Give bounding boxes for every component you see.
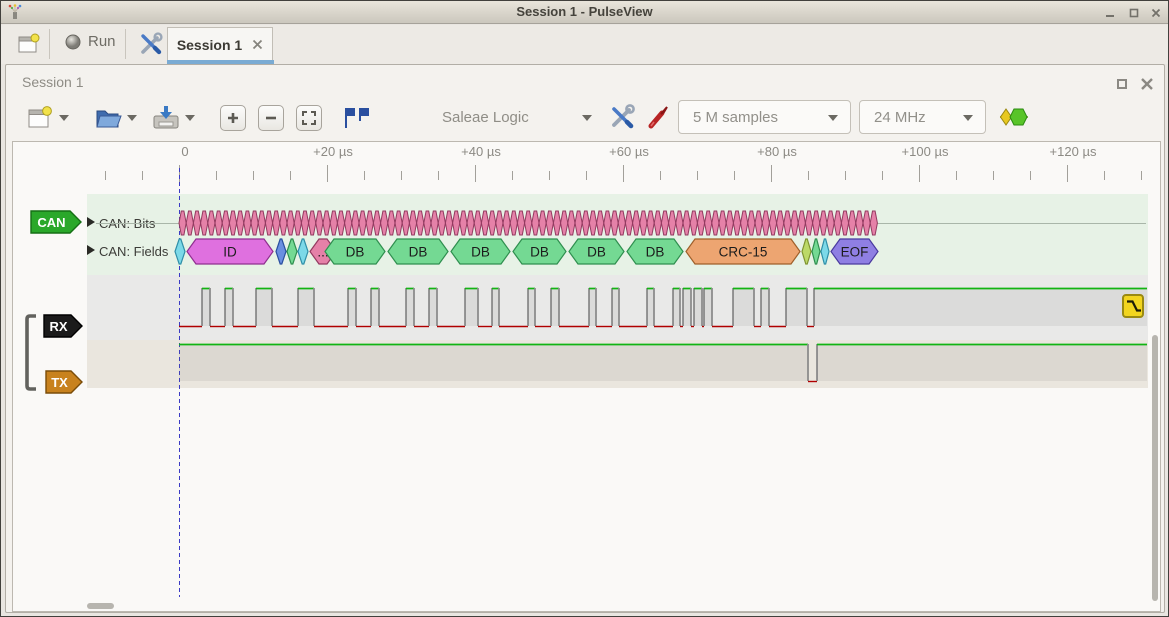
zoom-fit-button[interactable] bbox=[296, 105, 322, 131]
ruler-label: 0 bbox=[181, 144, 188, 159]
zoom-out-icon bbox=[263, 110, 279, 126]
close-button[interactable] bbox=[1148, 5, 1164, 21]
decoder-row-background[interactable] bbox=[87, 194, 1148, 275]
ruler-label: +60 µs bbox=[609, 144, 649, 159]
probe-icon bbox=[644, 103, 672, 131]
row-label-can-fields[interactable]: CAN: Fields bbox=[99, 244, 168, 259]
zoom-fit-icon bbox=[301, 110, 317, 126]
horizontal-scrollbar-thumb[interactable] bbox=[87, 603, 114, 609]
pulseview-window: Session 1 - PulseView Run bbox=[0, 0, 1169, 617]
wrench-screwdriver-icon bbox=[138, 31, 164, 57]
run-button-label: Run bbox=[88, 33, 116, 50]
run-button[interactable]: Run bbox=[59, 31, 122, 52]
new-file-icon bbox=[24, 103, 54, 133]
sample-rate-value: 24 MHz bbox=[874, 109, 926, 126]
maximize-icon bbox=[1128, 7, 1140, 19]
sample-rate-select[interactable]: 24 MHz bbox=[859, 100, 986, 134]
time-ruler[interactable]: 0 +20 µs +40 µs +60 µs +80 µs +100 µs +120 µs bbox=[13, 144, 1160, 164]
close-icon bbox=[1150, 7, 1162, 19]
new-session-icon bbox=[15, 31, 41, 57]
save-button[interactable] bbox=[150, 103, 182, 133]
ruler-label: +100 µs bbox=[902, 144, 949, 159]
window-title: Session 1 - PulseView bbox=[1, 4, 1168, 19]
zoom-in-button[interactable] bbox=[220, 105, 246, 131]
open-button[interactable] bbox=[92, 103, 124, 133]
run-icon bbox=[65, 34, 81, 50]
channels-probe-icon-button[interactable] bbox=[644, 103, 672, 131]
minimize-icon bbox=[1104, 7, 1116, 19]
session-dock: Session 1 bbox=[5, 64, 1165, 613]
sample-count-value: 5 M samples bbox=[693, 109, 778, 126]
device-config-button[interactable] bbox=[608, 103, 636, 131]
ruler-label: +40 µs bbox=[461, 144, 501, 159]
open-folder-icon bbox=[92, 103, 124, 133]
maximize-button[interactable] bbox=[1126, 5, 1142, 21]
row-label-can-bits[interactable]: CAN: Bits bbox=[99, 216, 155, 231]
ruler-label: +120 µs bbox=[1050, 144, 1097, 159]
new-file-dropdown-icon[interactable] bbox=[59, 115, 69, 121]
save-dropdown-icon[interactable] bbox=[185, 115, 195, 121]
save-icon bbox=[150, 103, 182, 133]
ruler-label: +80 µs bbox=[757, 144, 797, 159]
rx-row-background[interactable] bbox=[87, 275, 1148, 340]
add-decoder-button[interactable] bbox=[998, 106, 1030, 128]
settings-button[interactable] bbox=[132, 29, 170, 59]
vertical-scrollbar-thumb[interactable] bbox=[1152, 335, 1158, 601]
toolbar-separator bbox=[125, 29, 126, 59]
sample-rate-dropdown-icon bbox=[963, 115, 973, 121]
ruler-label: +20 µs bbox=[313, 144, 353, 159]
device-select[interactable]: Saleae Logic bbox=[442, 109, 529, 126]
sample-count-select[interactable]: 5 M samples bbox=[678, 100, 851, 134]
main-toolbar: Run Session 1 bbox=[1, 25, 1168, 64]
sample-count-dropdown-icon bbox=[828, 115, 838, 121]
add-decoder-icon bbox=[998, 106, 1030, 128]
trigger-flags-icon bbox=[342, 105, 372, 131]
zoom-out-button[interactable] bbox=[258, 105, 284, 131]
device-dropdown-icon[interactable] bbox=[582, 115, 592, 121]
new-session-button[interactable] bbox=[9, 29, 47, 59]
float-icon bbox=[1116, 78, 1128, 90]
dock-close-button[interactable] bbox=[1139, 76, 1155, 92]
dock-close-icon bbox=[1140, 77, 1154, 91]
tab-close-icon[interactable] bbox=[252, 39, 263, 50]
config-wrench-icon bbox=[608, 103, 636, 131]
dock-title: Session 1 bbox=[22, 74, 83, 90]
open-dropdown-icon[interactable] bbox=[127, 115, 137, 121]
new-file-button[interactable] bbox=[24, 103, 54, 133]
toolbar-separator bbox=[49, 29, 50, 59]
trace-view[interactable]: 0+20 µs+40 µs+60 µs+80 µs+100 µs+120 µs … bbox=[12, 141, 1161, 612]
minimize-button[interactable] bbox=[1102, 5, 1118, 21]
dock-float-button[interactable] bbox=[1114, 76, 1130, 92]
title-bar: Session 1 - PulseView bbox=[1, 1, 1168, 24]
zoom-in-icon bbox=[225, 110, 241, 126]
trigger-settings-button[interactable] bbox=[342, 105, 372, 131]
tx-row-background[interactable] bbox=[87, 340, 1148, 388]
tab-label: Session 1 bbox=[177, 37, 242, 53]
session-tab[interactable]: Session 1 bbox=[167, 27, 273, 61]
